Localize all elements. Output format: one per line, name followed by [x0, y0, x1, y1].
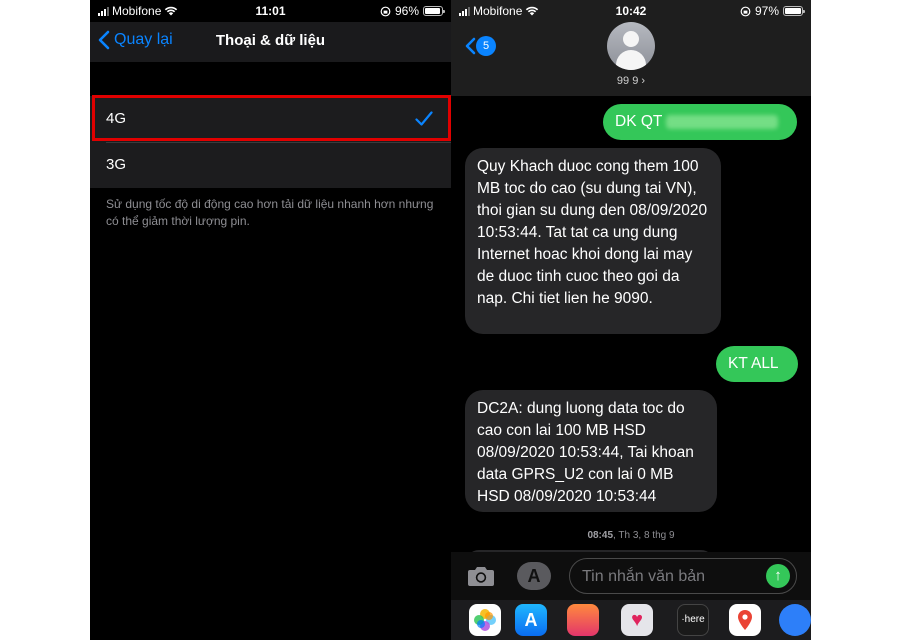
- message-thread: DK QT Quy Khach duoc cong them 100 MB to…: [451, 96, 811, 570]
- sent-message[interactable]: DK QT: [603, 104, 797, 140]
- unread-count-badge: 5: [476, 36, 496, 56]
- photos-icon[interactable]: [469, 604, 501, 636]
- messages-screen: Mobifone 10:42 97% 5 99 9 › DK QT Quy Kh…: [451, 0, 811, 640]
- status-right: 97%: [740, 4, 805, 18]
- app-drawer-icon[interactable]: A: [517, 562, 551, 590]
- red-highlight-box: [92, 95, 451, 141]
- input-placeholder: Tin nhắn văn bản: [582, 568, 706, 585]
- timestamp-date: , Th 3, 8 thg 9: [613, 530, 675, 541]
- received-message[interactable]: Quy Khach duoc cong them 100 MB toc do c…: [465, 148, 721, 334]
- settings-screen: Mobifone 11:01 96% Quay lại Thoại & dữ l…: [90, 0, 451, 640]
- camera-icon[interactable]: [467, 565, 495, 587]
- redacted-text: [666, 114, 779, 129]
- back-button[interactable]: 5: [465, 36, 496, 56]
- status-right: 96%: [380, 4, 445, 18]
- navigation-bar: Quay lại Thoại & dữ liệu: [90, 22, 451, 62]
- globe-icon[interactable]: [779, 604, 811, 636]
- battery-percent: 96%: [394, 4, 419, 18]
- battery-percent: 97%: [754, 4, 779, 18]
- timestamp-time: 08:45: [587, 530, 614, 541]
- maps-icon[interactable]: [729, 604, 761, 636]
- option-label: 3G: [106, 156, 127, 173]
- app-tray: A ♥ ·here: [451, 600, 811, 640]
- conversation-header: 5 99 9 ›: [451, 22, 811, 96]
- section-footer: Sử dụng tốc độ di động cao hơn tải dữ li…: [106, 197, 434, 228]
- avatar-body: [616, 50, 646, 70]
- heart-icon[interactable]: ♥: [621, 604, 653, 636]
- here-icon[interactable]: ·here: [677, 604, 709, 636]
- status-bar: Mobifone 11:01 96%: [90, 0, 451, 22]
- contact-avatar[interactable]: [607, 22, 655, 70]
- contact-name[interactable]: 99 9 ›: [451, 75, 811, 87]
- message-text: DK QT: [615, 113, 663, 130]
- status-bar: Mobifone 10:42 97%: [451, 0, 811, 22]
- rotation-lock-icon: [380, 6, 391, 16]
- send-button[interactable]: ↑: [766, 564, 790, 588]
- divider: [106, 142, 451, 143]
- battery-icon: [423, 6, 445, 16]
- screenshot-composite: Mobifone 11:01 96% Quay lại Thoại & dữ l…: [0, 0, 900, 640]
- rotation-lock-icon: [740, 6, 751, 16]
- message-input[interactable]: Tin nhắn văn bản ↑: [569, 558, 797, 594]
- avatar-head: [623, 31, 639, 47]
- page-title: Thoại & dữ liệu: [215, 32, 326, 49]
- chevron-left-icon: [465, 37, 476, 55]
- option-3g[interactable]: 3G: [90, 142, 451, 188]
- received-message[interactable]: DC2A: dung luong data toc do cao con lai…: [465, 390, 717, 512]
- message-composer: A Tin nhắn văn bản ↑: [451, 552, 811, 600]
- game-icon[interactable]: [567, 604, 599, 636]
- message-timestamp: 08:45, Th 3, 8 thg 9: [451, 530, 811, 541]
- appstore-icon[interactable]: A: [515, 604, 547, 636]
- sent-message[interactable]: KT ALL: [716, 346, 798, 382]
- section-spacer: [90, 62, 451, 94]
- battery-icon: [783, 6, 805, 16]
